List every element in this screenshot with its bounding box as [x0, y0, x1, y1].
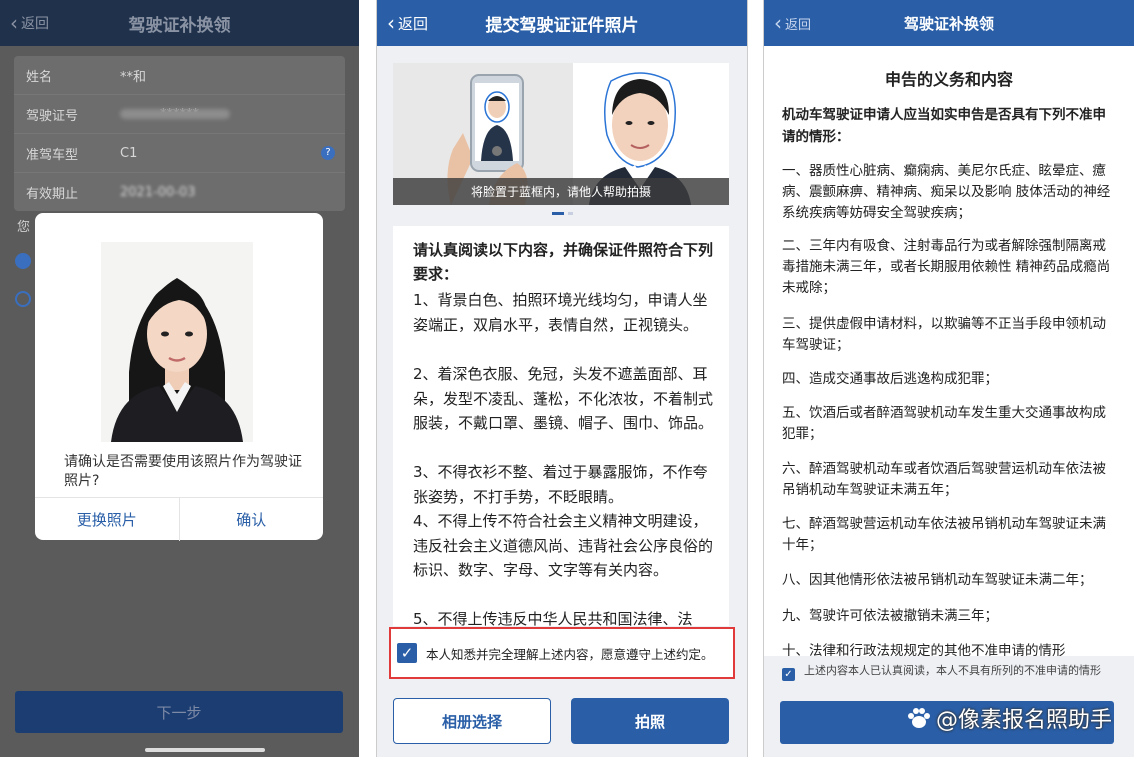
declaration-item: 八、因其他情形依法被吊销机动车驾驶证未满二年；: [782, 572, 1093, 588]
paw-logo-icon: [907, 708, 930, 728]
page-title: 驾驶证补换领: [128, 15, 231, 36]
blurred-value: [120, 109, 230, 119]
requirement-item: 2、着深色衣服、免冠，头发不遮盖面部、耳朵，发型不凌乱、蓬松，不化浓妆，不着制式…: [413, 365, 714, 432]
guide-caption: 将脸置于蓝框内，请他人帮助拍摄: [393, 178, 729, 205]
field-label: 准驾车型: [26, 147, 79, 163]
chevron-left-icon: ‹: [774, 11, 782, 35]
section-title: 申告的义务和内容: [884, 70, 1013, 89]
agreement-text: 本人知悉并完全理解上述内容，愿意遵守上述约定。: [426, 646, 714, 662]
field-value: C1: [120, 145, 138, 161]
id-photo-preview: [101, 242, 253, 442]
carousel-dot-active: [552, 212, 564, 215]
declaration-item: 五、饮酒后或者醉酒驾驶机动车发生重大交通事故构成犯罪；: [782, 405, 1106, 442]
agreement-checkbox-row[interactable]: ✓ 本人知悉并完全理解上述内容，愿意遵守上述约定。: [389, 627, 735, 679]
confirm-button[interactable]: 确认: [180, 498, 324, 541]
radio-option[interactable]: [15, 291, 31, 307]
license-info-form: 姓名 **和 驾驶证号 ****** 准驾车型 C1 ? 有效期止 2021-0…: [14, 56, 345, 211]
declaration-confirm-text: 上述内容本人已认真阅读，本人不具有所列的不准申请的情形: [804, 664, 1101, 677]
declaration-item: 七、醉酒驾驶营运机动车依法被吊销机动车驾驶证未满十年；: [782, 516, 1106, 553]
confirm-photo-screen: ‹ 返回 驾驶证补换领 姓名 **和 驾驶证号 ****** 准驾车型 C1 ?…: [0, 0, 359, 757]
change-photo-button[interactable]: 更换照片: [35, 498, 180, 541]
chevron-left-icon: ‹: [387, 11, 395, 35]
info-row-license-number: 驾驶证号 ******: [14, 95, 345, 134]
chevron-left-icon: ‹: [10, 11, 18, 35]
next-step-button[interactable]: 下一步: [15, 691, 343, 733]
back-button[interactable]: ‹ 返回: [774, 0, 811, 46]
declaration-item: 三、提供虚假申请材料，以欺骗等不正当手段申领机动车驾驶证；: [782, 316, 1106, 353]
requirement-item: 5、不得上传违反中华人民共和国法律、法: [413, 610, 693, 626]
dialog-actions: 更换照片 确认: [35, 497, 323, 541]
checkbox-checked-icon[interactable]: ✓: [782, 668, 795, 681]
info-row-expiry: 有效期止 2021-00-03: [14, 173, 345, 211]
declaration-item: 六、醉酒驾驶机动车或者饮酒后驾驶营运机动车依法被吊销机动车驾驶证未满五年；: [782, 461, 1106, 498]
take-photo-button[interactable]: 拍照: [571, 698, 729, 744]
declaration-item: 一、器质性心脏病、癫痫病、美尼尔氏症、眩晕症、癔病、震颤麻痹、精神病、痴呆以及影…: [782, 163, 1111, 221]
watermark: @像素报名照助手: [906, 702, 1112, 734]
declaration-item: 十、法律和行政法规规定的其他不准申请的情形: [782, 643, 1066, 656]
declaration-item: 九、驾驶许可依法被撤销未满三年；: [782, 608, 998, 624]
top-bar: ‹ 返回 提交驾驶证证件照片: [377, 0, 747, 46]
top-bar: ‹ 返回 驾驶证补换领: [764, 0, 1134, 46]
obscured-text: 您: [17, 220, 31, 235]
field-label: 姓名: [26, 69, 53, 85]
submit-photo-screen: ‹ 返回 提交驾驶证证件照片 将脸置于蓝框内，请他人帮助拍摄 请认真阅读以下内容…: [376, 0, 748, 757]
requirement-item: 3、不得衣衫不整、着过于暴露服饰，不作夸张姿势，不打手势，不眨眼睛。: [413, 463, 708, 506]
checkbox-checked-icon[interactable]: ✓: [397, 643, 417, 663]
info-row-vehicle-class: 准驾车型 C1 ?: [14, 134, 345, 173]
back-button[interactable]: ‹ 返回: [387, 0, 428, 46]
dialog-message: 请确认是否需要使用该照片作为驾驶证照片?: [64, 454, 302, 489]
declaration-screen: ‹ 返回 驾驶证补换领 申告的义务和内容 机动车驾驶证申请人应当如实申告是否具有…: [763, 0, 1134, 757]
declaration-content: 申告的义务和内容 机动车驾驶证申请人应当如实申告是否具有下列不准申请的情形： 一…: [764, 46, 1134, 656]
help-icon[interactable]: ?: [321, 146, 335, 160]
radio-option-selected[interactable]: [15, 253, 31, 269]
field-value: **和: [120, 69, 147, 85]
photo-guide-banner: 将脸置于蓝框内，请他人帮助拍摄: [393, 63, 729, 205]
back-label: 返回: [785, 17, 812, 33]
woman-portrait-image: [101, 242, 253, 442]
carousel-indicator: [552, 212, 573, 215]
top-bar: ‹ 返回 驾驶证补换领: [0, 0, 359, 46]
requirement-item: 4、不得上传不符合社会主义精神文明建设，违反社会主义道德风尚、违背社会公序良俗的…: [413, 512, 714, 579]
field-label: 有效期止: [26, 186, 79, 202]
home-indicator: [145, 748, 265, 752]
back-button[interactable]: ‹ 返回: [10, 0, 49, 46]
back-label: 返回: [21, 16, 49, 32]
declaration-item: 二、三年内有吸食、注射毒品行为或者解除强制隔离戒毒措施未满三年，或者长期服用依赖…: [782, 238, 1111, 296]
field-value: 2021-00-03: [120, 184, 196, 200]
album-select-button[interactable]: 相册选择: [393, 698, 551, 744]
declaration-item: 四、造成交通事故后逃逸构成犯罪；: [782, 371, 998, 387]
page-title: 提交驾驶证证件照片: [485, 15, 639, 36]
requirements-heading: 请认真阅读以下内容，并确保证件照符合下列要求：: [413, 241, 714, 283]
carousel-dot: [568, 212, 573, 215]
field-label: 驾驶证号: [26, 108, 79, 124]
declaration-lead: 机动车驾驶证申请人应当如实申告是否具有下列不准申请的情形：: [782, 107, 1106, 145]
info-row-name: 姓名 **和: [14, 56, 345, 95]
confirm-photo-dialog: 请确认是否需要使用该照片作为驾驶证照片? 更换照片 确认: [35, 213, 323, 541]
watermark-text: @像素报名照助手: [935, 708, 1112, 733]
photo-requirements: 请认真阅读以下内容，并确保证件照符合下列要求： 1、背景白色、拍照环境光线均匀，…: [393, 226, 729, 626]
back-label: 返回: [398, 14, 429, 33]
requirement-item: 1、背景白色、拍照环境光线均匀，申请人坐姿端正，双肩水平，表情自然，正视镜头。: [413, 291, 708, 334]
page-title: 驾驶证补换领: [903, 14, 994, 33]
